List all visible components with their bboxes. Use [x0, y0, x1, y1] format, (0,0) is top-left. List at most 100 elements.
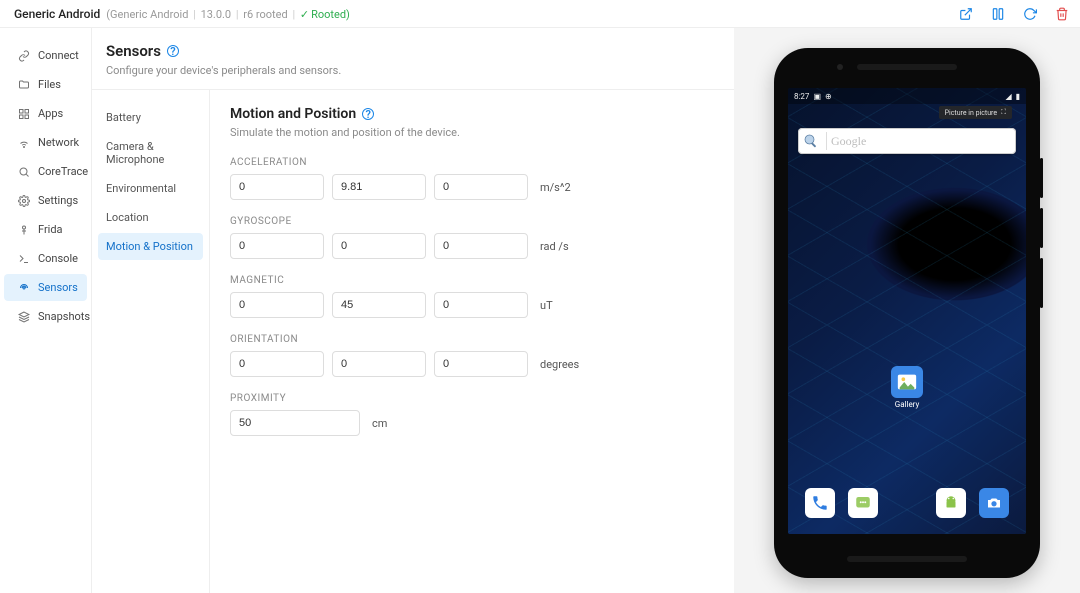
sensors-icon	[18, 282, 30, 294]
group-magnetic: MAGNETIC uT	[230, 275, 714, 318]
help-icon[interactable]: ?	[167, 45, 179, 57]
google-search-widget[interactable]: Google	[798, 128, 1016, 154]
orient-x-input[interactable]	[230, 351, 324, 377]
nav-network[interactable]: Network	[4, 129, 87, 156]
nav-label: Sensors	[38, 281, 78, 294]
panel: Motion and Position ? Simulate the motio…	[210, 90, 734, 593]
group-label: PROXIMITY	[230, 393, 714, 404]
gear-icon	[18, 195, 30, 207]
page-title-text: Sensors	[106, 42, 161, 60]
android-app-icon[interactable]	[936, 488, 966, 518]
columns-icon[interactable]	[990, 6, 1006, 22]
content-body: Battery Camera & Microphone Environmenta…	[92, 90, 734, 593]
orient-z-input[interactable]	[434, 351, 528, 377]
nav-coretrace[interactable]: CoreTrace	[4, 158, 87, 185]
battery-icon: ▮	[1016, 92, 1020, 101]
layers-icon	[18, 311, 30, 323]
nav-files[interactable]: Files	[4, 71, 87, 98]
messages-app-icon[interactable]	[848, 488, 878, 518]
phone-screen[interactable]: 8:27 ▣ ⊕ ◢ ▮ Picture in picture ⛶	[788, 88, 1026, 534]
main: Connect Files Apps Network CoreTrace Set…	[0, 28, 1080, 593]
unit-label: degrees	[540, 358, 579, 371]
leftnav: Connect Files Apps Network CoreTrace Set…	[0, 28, 92, 593]
phone-side-button	[1040, 208, 1043, 248]
nav-label: Settings	[38, 194, 78, 207]
device-meta: (Generic Android | 13.0.0 | r6 rooted | …	[106, 8, 350, 21]
accel-x-input[interactable]	[230, 174, 324, 200]
nav-frida[interactable]: Frida	[4, 216, 87, 243]
pip-badge[interactable]: Picture in picture ⛶	[939, 106, 1012, 119]
help-icon[interactable]: ?	[362, 108, 374, 120]
prox-input[interactable]	[230, 410, 360, 436]
status-bar: 8:27 ▣ ⊕ ◢ ▮	[788, 88, 1026, 104]
phone-camera-dot	[837, 64, 843, 70]
panel-title-text: Motion and Position	[230, 106, 356, 122]
group-gyroscope: GYROSCOPE rad /s	[230, 216, 714, 259]
panel-title: Motion and Position ?	[230, 106, 714, 122]
unit-label: cm	[372, 417, 387, 430]
check-icon: ✓	[300, 8, 309, 21]
camera-app-icon[interactable]	[979, 488, 1009, 518]
gyro-x-input[interactable]	[230, 233, 324, 259]
mag-y-input[interactable]	[332, 292, 426, 318]
subnav-environmental[interactable]: Environmental	[98, 175, 203, 202]
gyro-z-input[interactable]	[434, 233, 528, 259]
nav-label: Files	[38, 78, 61, 91]
meta-rooted: Rooted)	[311, 8, 350, 21]
subnav-battery[interactable]: Battery	[98, 104, 203, 131]
gallery-app-icon[interactable]	[891, 366, 923, 398]
accel-y-input[interactable]	[332, 174, 426, 200]
search-placeholder: Google	[826, 132, 1012, 150]
nav-label: Network	[38, 136, 79, 149]
subnav: Battery Camera & Microphone Environmenta…	[92, 90, 210, 593]
topbar-left: Generic Android (Generic Android | 13.0.…	[14, 7, 350, 21]
wifi-icon	[18, 137, 30, 149]
nav-label: CoreTrace	[38, 165, 88, 178]
accel-z-input[interactable]	[434, 174, 528, 200]
notif-icon: ⊕	[825, 92, 832, 101]
search-icon	[18, 166, 30, 178]
content-header: Sensors ? Configure your device's periph…	[92, 28, 734, 90]
page-title: Sensors ?	[106, 42, 714, 60]
gyro-y-input[interactable]	[332, 233, 426, 259]
nav-console[interactable]: Console	[4, 245, 87, 272]
group-label: MAGNETIC	[230, 275, 714, 286]
nav-snapshots[interactable]: Snapshots	[4, 303, 87, 330]
phone-frame: 8:27 ▣ ⊕ ◢ ▮ Picture in picture ⛶	[774, 48, 1040, 578]
phone-speaker-bottom	[847, 556, 967, 562]
mag-x-input[interactable]	[230, 292, 324, 318]
device-name: Generic Android	[14, 7, 100, 21]
nav-connect[interactable]: Connect	[4, 42, 87, 69]
pip-label: Picture in picture	[945, 109, 997, 117]
phone-app-icon[interactable]	[805, 488, 835, 518]
unit-label: rad /s	[540, 240, 569, 253]
signal-icon: ◢	[1005, 92, 1011, 101]
page-subtitle: Configure your device's peripherals and …	[106, 64, 714, 77]
group-acceleration: ACCELERATION m/s^2	[230, 157, 714, 200]
open-external-icon[interactable]	[958, 6, 974, 22]
refresh-icon[interactable]	[1022, 6, 1038, 22]
frida-icon	[18, 224, 30, 236]
group-label: GYROSCOPE	[230, 216, 714, 227]
nav-settings[interactable]: Settings	[4, 187, 87, 214]
nav-apps[interactable]: Apps	[4, 100, 87, 127]
meta-os: 13.0.0	[201, 8, 232, 21]
subnav-location[interactable]: Location	[98, 204, 203, 231]
folder-icon	[18, 79, 30, 91]
nav-sensors[interactable]: Sensors	[4, 274, 87, 301]
nav-label: Snapshots	[38, 310, 90, 323]
nav-label: Frida	[38, 223, 63, 236]
trash-icon[interactable]	[1054, 6, 1070, 22]
mag-z-input[interactable]	[434, 292, 528, 318]
subnav-motion[interactable]: Motion & Position	[98, 233, 203, 260]
subnav-camera[interactable]: Camera & Microphone	[98, 133, 203, 173]
group-proximity: PROXIMITY cm	[230, 393, 714, 436]
phone-side-button	[1040, 258, 1043, 308]
group-orientation: ORIENTATION degrees	[230, 334, 714, 377]
link-icon	[18, 50, 30, 62]
nav-label: Connect	[38, 49, 79, 62]
meta-prefix: (Generic Android	[106, 8, 188, 21]
orient-y-input[interactable]	[332, 351, 426, 377]
magnifier-icon	[802, 132, 820, 150]
unit-label: uT	[540, 299, 553, 312]
